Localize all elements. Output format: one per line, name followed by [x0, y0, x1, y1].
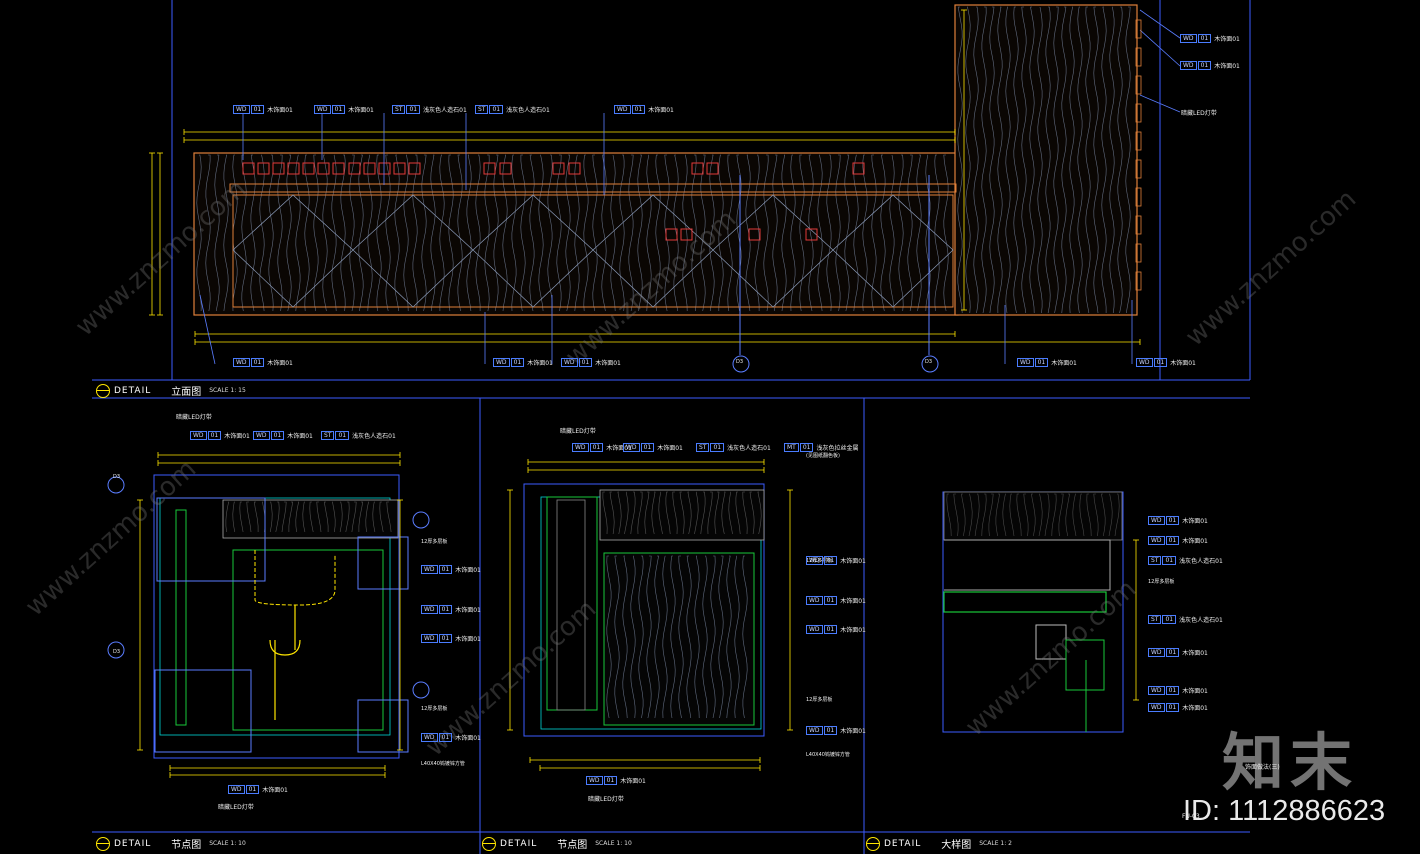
- section-ref: D3: [113, 474, 121, 480]
- material-tag: WD 01 木饰面01: [586, 776, 646, 785]
- note-led: 暗藏LED灯带: [560, 428, 596, 435]
- material-tag: WD 01 木饰面01: [806, 596, 866, 605]
- section-ref: D3: [736, 359, 744, 365]
- material-tag: WD 01 木饰面01: [421, 565, 481, 574]
- watermark-logo: 知末: [1222, 726, 1359, 799]
- material-tag: WD 01 木饰面01: [1148, 686, 1208, 695]
- material-tag: WD 01 木饰面01: [421, 634, 481, 643]
- detail-symbol-icon: [96, 383, 110, 398]
- material-tag: WD 01 木饰面01: [228, 785, 288, 794]
- material-tag: WD 01 木饰面01: [1017, 358, 1077, 367]
- title-elevation: DETAIL 立面图 SCALE 1: 15: [96, 383, 246, 398]
- material-tag: WD 01 木饰面01: [1180, 61, 1240, 70]
- material-tag: WD 01 木饰面01: [1180, 34, 1240, 43]
- material-tag: ST 01 浅灰色人造石01: [321, 431, 396, 440]
- note-board: 12厚多层板: [1148, 579, 1175, 585]
- material-tag: WD 01 木饰面01: [1148, 536, 1208, 545]
- note-led: 暗藏LED灯带: [588, 796, 624, 803]
- section-marker-icon: [412, 681, 430, 699]
- watermark-id: ID: 1112886623: [1183, 795, 1386, 827]
- note-board: 12厚多层板: [421, 706, 448, 712]
- elevation-drawing: [149, 4, 1181, 373]
- note-board: 12厚多层板: [421, 539, 448, 545]
- title-detail-3: DETAIL 大样图 SCALE 1: 2: [866, 836, 1012, 851]
- note-board: 12厚多层板: [806, 697, 833, 703]
- note-finish: 饰面做法(三): [1245, 764, 1280, 771]
- title-detail-1: DETAIL 节点图 SCALE 1: 10: [96, 836, 246, 851]
- hidden-box: [154, 669, 252, 753]
- note-pipe: L40X40钨镀锌方管: [806, 752, 850, 758]
- material-tag: WD 01 木饰面01: [1148, 516, 1208, 525]
- detail-section-2: [507, 459, 793, 771]
- note-led: 暗藏LED灯带: [218, 804, 254, 811]
- material-tag: WD 01 木饰面01: [614, 105, 674, 114]
- material-tag: WD 01 木饰面01: [493, 358, 553, 367]
- material-tag: WD 01 木饰面01: [1136, 358, 1196, 367]
- material-tag: WD 01 木饰面01: [314, 105, 374, 114]
- detail-symbol-icon: [96, 836, 110, 851]
- note-led: 暗藏LED灯带: [176, 414, 212, 421]
- note-led: 暗藏LED灯带: [1181, 110, 1217, 117]
- material-tag: WD 01 木饰面01: [806, 556, 866, 565]
- note-pipe: L40X40钨镀锌方管: [421, 761, 465, 767]
- material-tag: ST 01 浅灰色人造石01: [1148, 556, 1223, 565]
- stone-layer: [944, 539, 1111, 591]
- material-tag: ST 01 浅灰色人造石01: [696, 443, 771, 452]
- drain-pipe: [269, 605, 301, 720]
- sheet-number: FU-03: [1182, 813, 1200, 820]
- cad-drawing-canvas: [92, 0, 1251, 854]
- detail-symbol-icon: [482, 836, 496, 851]
- title-detail-2: DETAIL 节点图 SCALE 1: 10: [482, 836, 632, 851]
- sink-bowl: [254, 550, 336, 606]
- material-tag: WD 01 木饰面01: [1148, 648, 1208, 657]
- section-ref: D3: [113, 649, 121, 655]
- detail-symbol-icon: [866, 836, 880, 851]
- material-tag: WD 01 木饰面01: [253, 431, 313, 440]
- material-tag: WD 01 木饰面01: [806, 625, 866, 634]
- material-tag: ST 01 浅灰色人造石01: [392, 105, 467, 114]
- material-tag: ST 01 浅灰色人造石01: [1148, 615, 1223, 624]
- material-tag: WD 01 木饰面01: [421, 605, 481, 614]
- material-tag: WD 01 木饰面01: [233, 358, 293, 367]
- note-mt: (见图纸翻色板): [806, 453, 840, 459]
- material-tag: WD 01 木饰面01: [421, 733, 481, 742]
- section-marker-icon: [412, 511, 430, 529]
- material-tag: ST 01 浅灰色人造石01: [475, 105, 550, 114]
- material-tag: WD 01 木饰面01: [561, 358, 621, 367]
- material-tag: WD 01 木饰面01: [806, 726, 866, 735]
- material-tag: WD 01 木饰面01: [1148, 703, 1208, 712]
- green-member: [175, 509, 187, 726]
- material-tag: WD 01 木饰面01: [190, 431, 250, 440]
- section-ref: D3: [925, 359, 933, 365]
- material-tag: WD 01 木饰面01: [623, 443, 683, 452]
- material-tag: MT 01 浅灰色拉丝金属: [784, 443, 859, 452]
- material-tag: WD 01 木饰面01: [233, 105, 293, 114]
